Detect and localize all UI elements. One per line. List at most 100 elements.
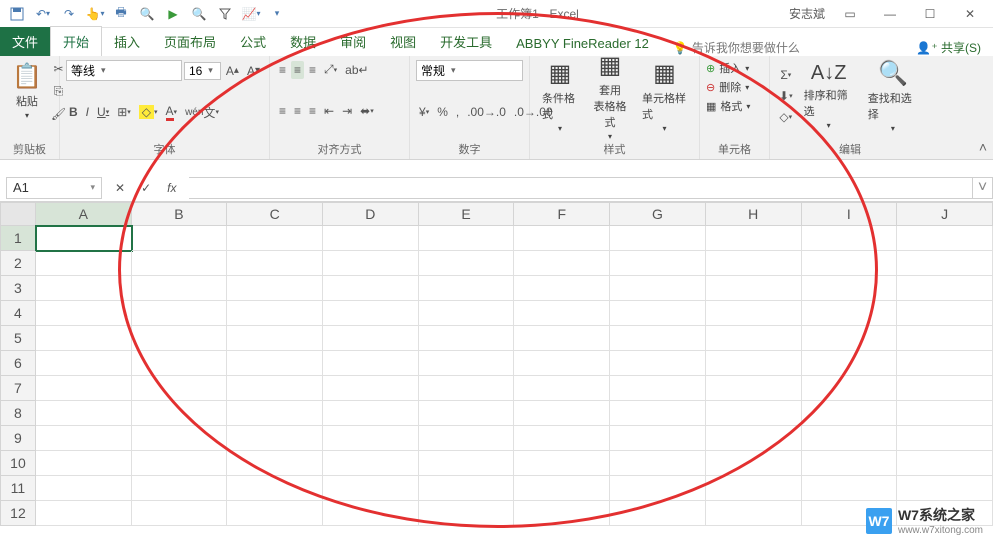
align-left-button[interactable]: ≡ bbox=[276, 102, 289, 120]
cell-I2[interactable] bbox=[802, 251, 898, 276]
col-header-a[interactable]: A bbox=[36, 202, 132, 226]
row-header-10[interactable]: 10 bbox=[0, 451, 36, 476]
merge-button[interactable]: ⬌▾ bbox=[357, 102, 377, 120]
cell-E8[interactable] bbox=[419, 401, 515, 426]
cell-B3[interactable] bbox=[132, 276, 228, 301]
close-button[interactable]: ✕ bbox=[955, 4, 985, 24]
cell-D8[interactable] bbox=[323, 401, 419, 426]
format-cells-button[interactable]: ▦格式 ▾ bbox=[706, 98, 763, 114]
cell-A6[interactable] bbox=[36, 351, 132, 376]
cell-I1[interactable] bbox=[802, 226, 898, 251]
cell-G5[interactable] bbox=[610, 326, 706, 351]
ribbon-display-button[interactable]: ▭ bbox=[835, 4, 865, 24]
cell-E7[interactable] bbox=[419, 376, 515, 401]
cell-G4[interactable] bbox=[610, 301, 706, 326]
cell-F8[interactable] bbox=[514, 401, 610, 426]
cell-H2[interactable] bbox=[706, 251, 802, 276]
cell-B9[interactable] bbox=[132, 426, 228, 451]
col-header-c[interactable]: C bbox=[227, 202, 323, 226]
row-header-6[interactable]: 6 bbox=[0, 351, 36, 376]
cell-I9[interactable] bbox=[802, 426, 898, 451]
formula-input[interactable] bbox=[189, 177, 973, 199]
cell-D1[interactable] bbox=[323, 226, 419, 251]
cell-E1[interactable] bbox=[419, 226, 515, 251]
row-header-11[interactable]: 11 bbox=[0, 476, 36, 501]
cell-H5[interactable] bbox=[706, 326, 802, 351]
cell-J1[interactable] bbox=[897, 226, 993, 251]
align-center-button[interactable]: ≡ bbox=[291, 102, 304, 120]
cell-A10[interactable] bbox=[36, 451, 132, 476]
cell-J2[interactable] bbox=[897, 251, 993, 276]
cell-F5[interactable] bbox=[514, 326, 610, 351]
cell-B8[interactable] bbox=[132, 401, 228, 426]
tab-view[interactable]: 视图 bbox=[378, 27, 428, 56]
cell-E4[interactable] bbox=[419, 301, 515, 326]
undo-button[interactable]: ↶▾ bbox=[34, 5, 52, 23]
cell-A12[interactable] bbox=[36, 501, 132, 526]
cell-C2[interactable] bbox=[227, 251, 323, 276]
cell-F12[interactable] bbox=[514, 501, 610, 526]
number-format-select[interactable]: 常规▾ bbox=[416, 60, 523, 81]
cell-J6[interactable] bbox=[897, 351, 993, 376]
cell-B12[interactable] bbox=[132, 501, 228, 526]
fx-button[interactable]: fx bbox=[164, 179, 179, 197]
cell-G8[interactable] bbox=[610, 401, 706, 426]
cell-G10[interactable] bbox=[610, 451, 706, 476]
align-middle-button[interactable]: ≡ bbox=[291, 61, 304, 79]
enter-formula-button[interactable]: ✓ bbox=[138, 179, 154, 197]
maximize-button[interactable]: ☐ bbox=[915, 4, 945, 24]
cell-G12[interactable] bbox=[610, 501, 706, 526]
cell-B7[interactable] bbox=[132, 376, 228, 401]
cell-H4[interactable] bbox=[706, 301, 802, 326]
print-button[interactable]: 🖶 bbox=[112, 5, 130, 23]
cell-C5[interactable] bbox=[227, 326, 323, 351]
cell-C1[interactable] bbox=[227, 226, 323, 251]
tab-data[interactable]: 数据 bbox=[278, 27, 328, 56]
row-header-9[interactable]: 9 bbox=[0, 426, 36, 451]
cell-G1[interactable] bbox=[610, 226, 706, 251]
tellme-search[interactable]: 💡 告诉我你想要做什么 bbox=[673, 39, 800, 56]
row-header-5[interactable]: 5 bbox=[0, 326, 36, 351]
cell-C8[interactable] bbox=[227, 401, 323, 426]
expand-formula-button[interactable]: ˅ bbox=[973, 177, 993, 199]
cell-D10[interactable] bbox=[323, 451, 419, 476]
cell-H9[interactable] bbox=[706, 426, 802, 451]
format-as-table-button[interactable]: ▦套用 表格格式▾ bbox=[586, 49, 634, 143]
cell-I4[interactable] bbox=[802, 301, 898, 326]
cell-G6[interactable] bbox=[610, 351, 706, 376]
cell-C4[interactable] bbox=[227, 301, 323, 326]
cell-A9[interactable] bbox=[36, 426, 132, 451]
collapse-ribbon-button[interactable]: ˄ bbox=[979, 139, 987, 155]
col-header-j[interactable]: J bbox=[897, 202, 993, 226]
insert-cells-button[interactable]: ⊕插入 ▾ bbox=[706, 60, 763, 76]
find-select-button[interactable]: 🔍查找和选择▾ bbox=[862, 57, 924, 135]
tab-layout[interactable]: 页面布局 bbox=[152, 27, 228, 56]
comma-button[interactable]: , bbox=[453, 103, 462, 121]
wrap-text-button[interactable]: ab↵ bbox=[342, 61, 371, 79]
border-button[interactable]: ⊞▾ bbox=[114, 103, 134, 121]
cell-E3[interactable] bbox=[419, 276, 515, 301]
cell-B6[interactable] bbox=[132, 351, 228, 376]
autosum-button[interactable]: Σ▾ bbox=[776, 66, 796, 84]
touch-mode-button[interactable]: 👆▾ bbox=[86, 5, 104, 23]
cell-D9[interactable] bbox=[323, 426, 419, 451]
decrease-indent-button[interactable]: ⇤ bbox=[321, 102, 337, 120]
phonetic-button[interactable]: wén文▾ bbox=[182, 102, 222, 123]
cell-G9[interactable] bbox=[610, 426, 706, 451]
cell-A8[interactable] bbox=[36, 401, 132, 426]
cell-C3[interactable] bbox=[227, 276, 323, 301]
cell-A5[interactable] bbox=[36, 326, 132, 351]
col-header-e[interactable]: E bbox=[419, 202, 515, 226]
cell-C9[interactable] bbox=[227, 426, 323, 451]
cell-J7[interactable] bbox=[897, 376, 993, 401]
cell-I10[interactable] bbox=[802, 451, 898, 476]
redo-button[interactable]: ↷ bbox=[60, 5, 78, 23]
preview2-button[interactable]: 🔍 bbox=[190, 5, 208, 23]
chart-icon[interactable]: 📈▾ bbox=[242, 5, 260, 23]
cancel-formula-button[interactable]: ✕ bbox=[112, 179, 128, 197]
tab-devtools[interactable]: 开发工具 bbox=[428, 27, 504, 56]
cell-H7[interactable] bbox=[706, 376, 802, 401]
cell-I6[interactable] bbox=[802, 351, 898, 376]
clear-button[interactable]: ◇▾ bbox=[776, 108, 796, 126]
cell-D6[interactable] bbox=[323, 351, 419, 376]
